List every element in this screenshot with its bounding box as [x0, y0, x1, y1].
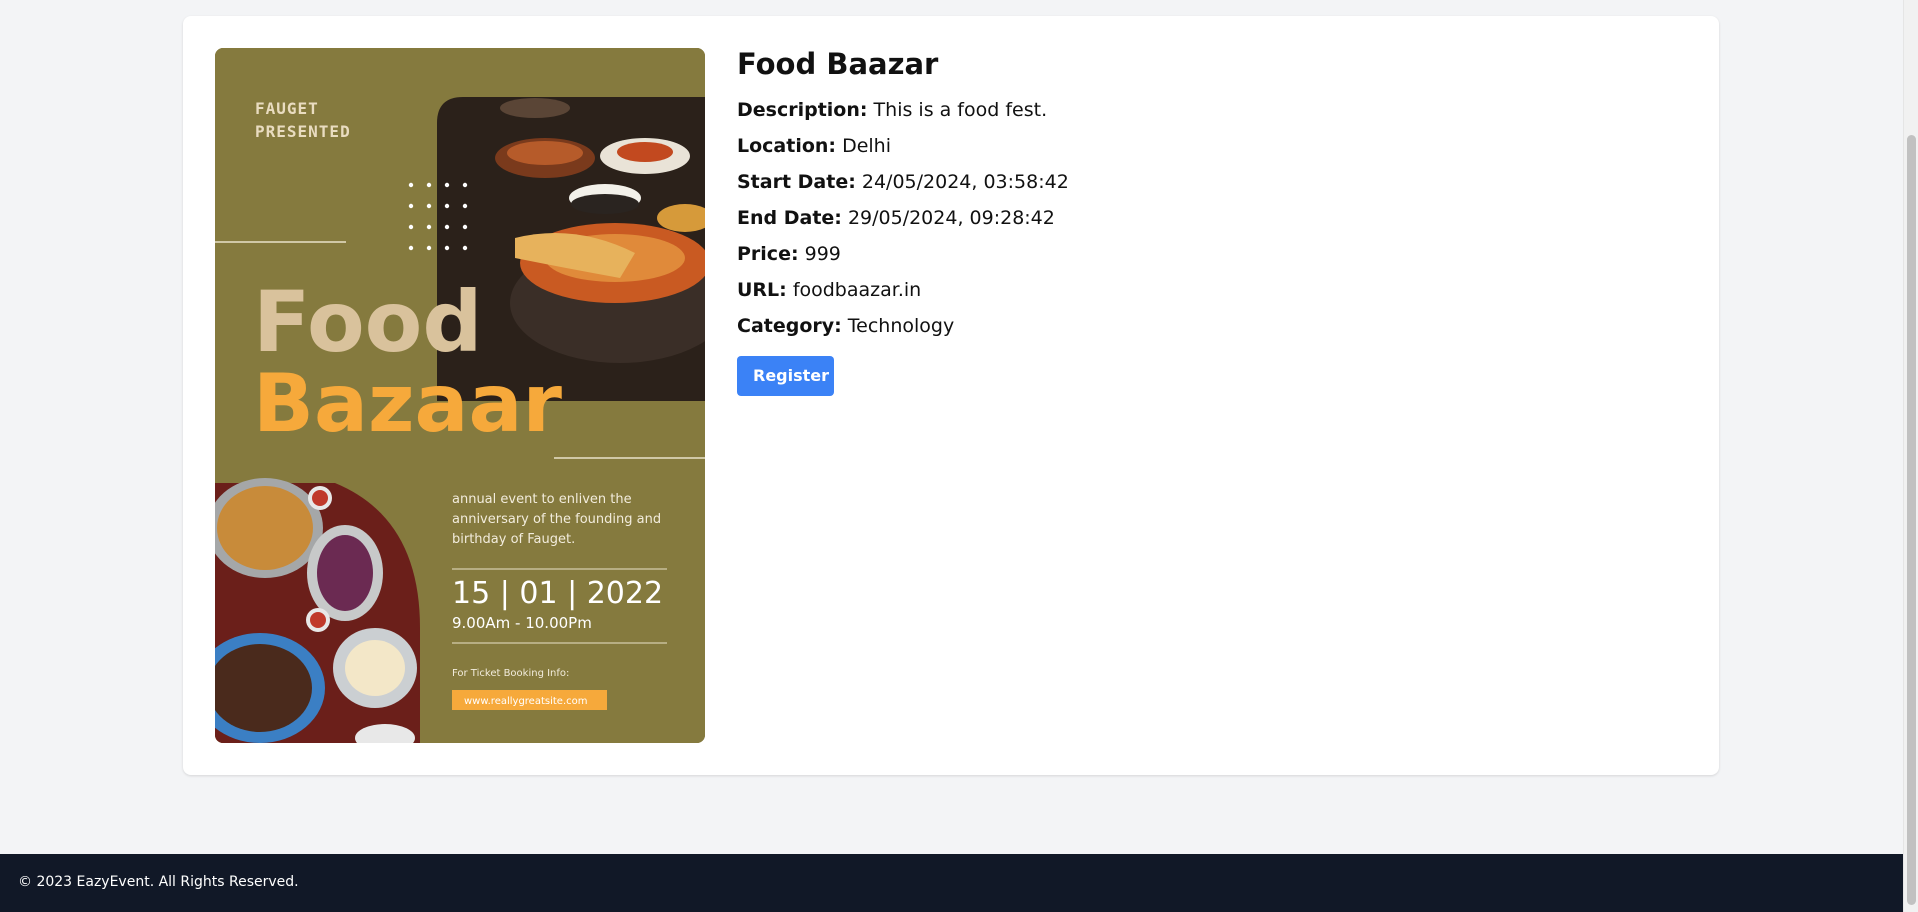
start-date-value: 24/05/2024, 03:58:42: [861, 171, 1069, 193]
price-label: Price:: [737, 243, 799, 265]
event-card: FAUGET PRESENTED Food Bazaar annual even…: [183, 16, 1719, 775]
description-label: Description:: [737, 99, 868, 121]
poster-presenter-1: FAUGET: [255, 99, 319, 118]
location-label: Location:: [737, 135, 837, 157]
price-row: Price: 999: [737, 236, 1637, 272]
register-button[interactable]: Register: [737, 356, 834, 396]
end-date-value: 29/05/2024, 09:28:42: [847, 207, 1055, 229]
start-date-row: Start Date: 24/05/2024, 03:58:42: [737, 164, 1637, 200]
category-row: Category: Technology: [737, 308, 1637, 344]
footer-copyright: © 2023 EazyEvent. All Rights Reserved.: [18, 874, 299, 890]
end-date-row: End Date: 29/05/2024, 09:28:42: [737, 200, 1637, 236]
url-label: URL:: [737, 279, 787, 301]
poster-booking-site: www.reallygreatsite.com: [464, 696, 587, 707]
scrollbar-thumb[interactable]: [1907, 135, 1916, 905]
location-value: Delhi: [842, 135, 891, 157]
poster-blurb-3: birthday of Fauget.: [452, 532, 575, 547]
category-value: Technology: [847, 315, 955, 337]
description-value: This is a food fest.: [873, 99, 1048, 121]
page: FAUGET PRESENTED Food Bazaar annual even…: [0, 0, 1903, 912]
poster-blurb-1: annual event to enliven the: [452, 492, 632, 507]
poster-blurb-2: anniversary of the founding and: [452, 512, 661, 527]
poster-date: 15 | 01 | 2022: [452, 576, 663, 611]
event-poster-image: FAUGET PRESENTED Food Bazaar annual even…: [215, 48, 705, 743]
url-row: URL: foodbaazar.in: [737, 272, 1637, 308]
category-label: Category:: [737, 315, 842, 337]
poster-presenter-2: PRESENTED: [255, 122, 351, 141]
poster-time: 9.00Am - 10.00Pm: [452, 614, 592, 632]
event-title: Food Baazar: [737, 47, 939, 81]
location-row: Location: Delhi: [737, 128, 1637, 164]
end-date-label: End Date:: [737, 207, 842, 229]
url-value: foodbaazar.in: [792, 279, 922, 301]
poster-booking-label: For Ticket Booking Info:: [452, 668, 569, 679]
page-scrollbar[interactable]: [1903, 0, 1918, 912]
poster-headline-bazaar: Bazaar: [253, 357, 562, 450]
price-value: 999: [804, 243, 841, 265]
description-row: Description: This is a food fest.: [737, 92, 1637, 128]
event-details: Food Baazar Description: This is a food …: [737, 46, 1637, 396]
start-date-label: Start Date:: [737, 171, 856, 193]
footer: © 2023 EazyEvent. All Rights Reserved.: [0, 854, 1903, 912]
